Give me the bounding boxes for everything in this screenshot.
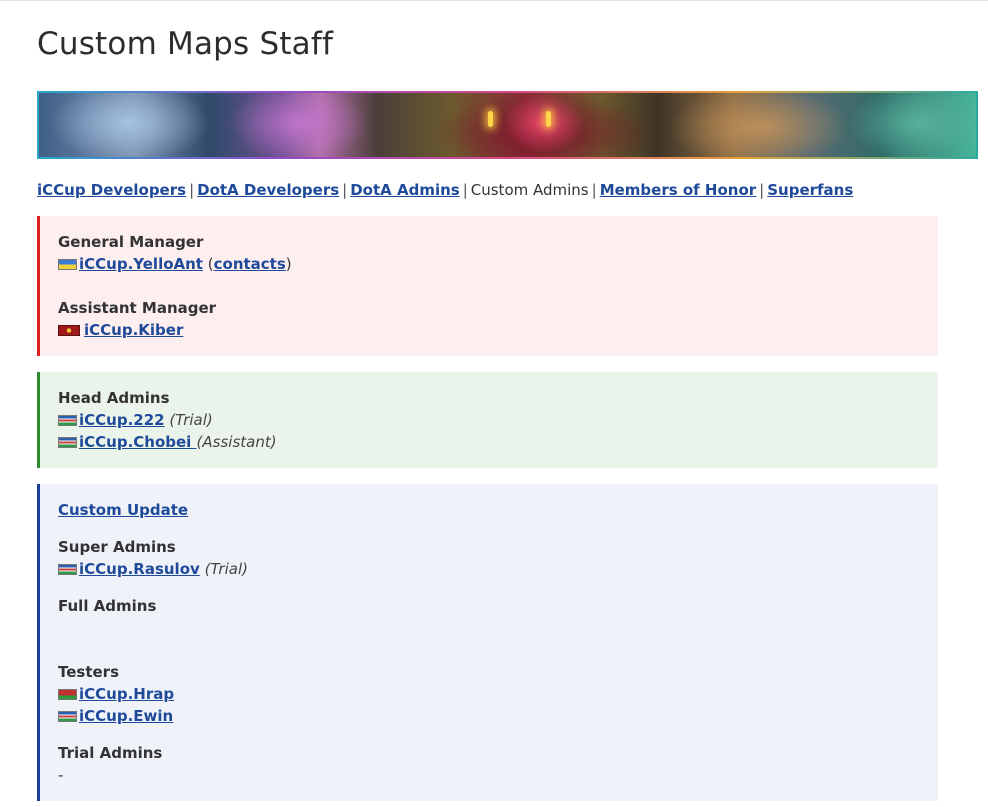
banner-artwork: [39, 93, 976, 157]
nav-current-custom-admins: Custom Admins: [470, 181, 589, 199]
trial-admins-empty-value: -: [58, 766, 64, 784]
tester-entry: iCCup.Hrap: [58, 684, 174, 704]
nav-separator: |: [591, 181, 597, 199]
management-panel: General Manager iCCup.YelloAnt (contacts…: [37, 216, 938, 356]
assistant-manager-entry: iCCup.Kiber: [58, 320, 183, 340]
nav-link-dota-admins[interactable]: DotA Admins: [350, 181, 459, 199]
head-admin-role-note: (Assistant): [196, 433, 277, 451]
nav-separator: |: [462, 181, 468, 199]
custom-update-entry: Custom Update: [58, 500, 188, 520]
header-banner: [37, 91, 978, 159]
page-title: Custom Maps Staff: [37, 26, 334, 62]
nav-link-dota-developers[interactable]: DotA Developers: [197, 181, 339, 199]
nav-separator: |: [189, 181, 195, 199]
super-admin-entry: iCCup.Rasulov (Trial): [58, 559, 248, 579]
head-admin-profile-link[interactable]: iCCup.Chobei: [79, 433, 197, 451]
super-admin-profile-link[interactable]: iCCup.Rasulov: [79, 560, 200, 578]
general-manager-heading: General Manager: [58, 233, 204, 251]
top-divider: [0, 0, 988, 1]
flag-icon: [58, 564, 77, 575]
full-admins-heading: Full Admins: [58, 597, 157, 615]
nav-link-superfans[interactable]: Superfans: [767, 181, 853, 199]
staff-navigation: iCCup Developers | DotA Developers | DotA Ad…: [37, 180, 853, 200]
banner-glow-right: [546, 111, 551, 127]
assistant-manager-profile-link[interactable]: iCCup.Kiber: [84, 321, 183, 339]
general-manager-profile-link[interactable]: iCCup.YelloAnt: [79, 255, 203, 273]
nav-link-iccup-developers[interactable]: iCCup Developers: [37, 181, 186, 199]
assistant-manager-heading: Assistant Manager: [58, 299, 217, 317]
flag-icon: [58, 437, 77, 448]
head-admin-entry: iCCup.222 (Trial): [58, 410, 213, 430]
contacts-close-paren: ): [285, 255, 292, 273]
tester-profile-link[interactable]: iCCup.Hrap: [79, 685, 174, 703]
flag-icon: [58, 259, 77, 270]
head-admins-heading: Head Admins: [58, 389, 170, 407]
nav-link-members-of-honor[interactable]: Members of Honor: [600, 181, 756, 199]
head-admin-entry: iCCup.Chobei (Assistant): [58, 432, 277, 452]
head-admin-role-note: (Trial): [169, 411, 213, 429]
trial-admins-heading: Trial Admins: [58, 744, 163, 762]
flag-icon: [58, 325, 80, 336]
head-admin-profile-link[interactable]: iCCup.222: [79, 411, 165, 429]
super-admins-heading: Super Admins: [58, 538, 176, 556]
custom-admins-panel: Custom Update Super Admins iCCup.Rasulov…: [37, 484, 938, 801]
flag-icon: [58, 689, 77, 700]
super-admin-role-note: (Trial): [204, 560, 248, 578]
flag-icon: [58, 415, 77, 426]
tester-profile-link[interactable]: iCCup.Ewin: [79, 707, 173, 725]
flag-icon: [58, 711, 77, 722]
banner-glow-left: [488, 111, 493, 127]
nav-separator: |: [759, 181, 765, 199]
tester-entry: iCCup.Ewin: [58, 706, 173, 726]
custom-update-link[interactable]: Custom Update: [58, 501, 188, 519]
contacts-link[interactable]: contacts: [214, 255, 286, 273]
nav-separator: |: [342, 181, 348, 199]
general-manager-entry: iCCup.YelloAnt (contacts): [58, 254, 292, 274]
testers-heading: Testers: [58, 663, 120, 681]
head-admins-panel: Head Admins iCCup.222 (Trial) iCCup.Chob…: [37, 372, 938, 468]
